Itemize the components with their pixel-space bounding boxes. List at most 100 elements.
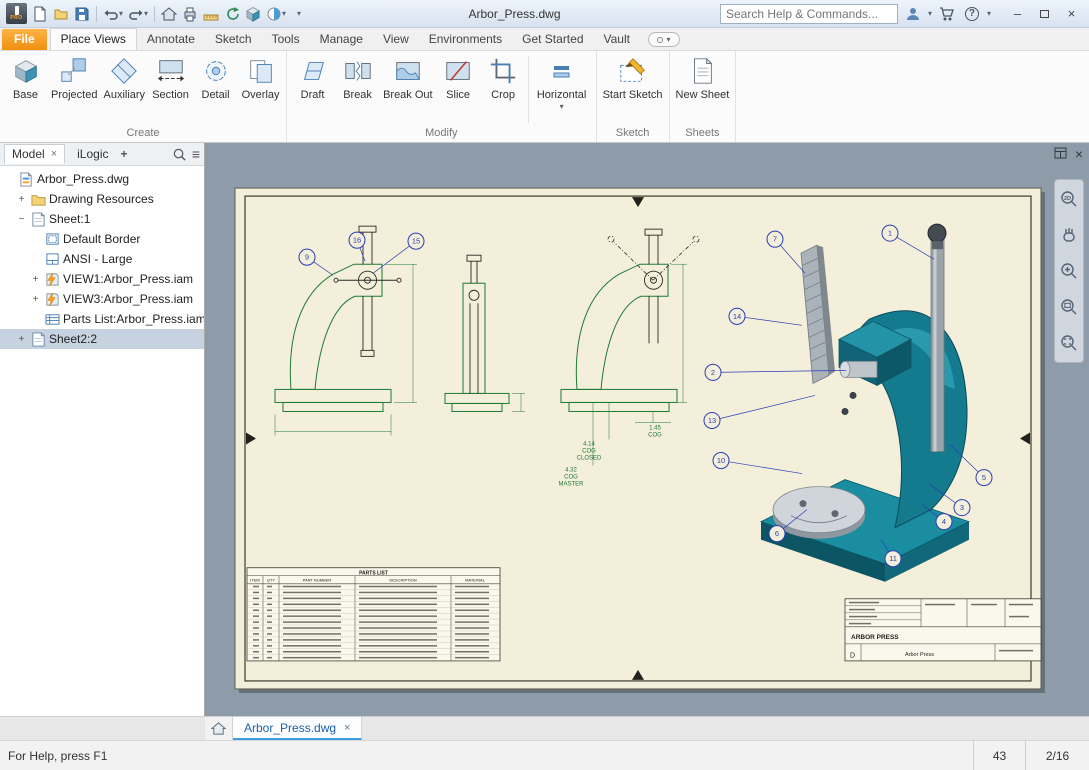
zoom-2d-icon[interactable]: 2D [1058, 188, 1080, 210]
break-out-button[interactable]: Break Out [380, 53, 436, 126]
tree-item-view3[interactable]: + VIEW3:Arbor_Press.iam [0, 289, 204, 309]
help-icon[interactable]: ? [962, 3, 982, 25]
horizontal-dropdown[interactable]: ▾ [560, 103, 564, 111]
app-store-cart-icon[interactable] [937, 3, 957, 25]
search-input[interactable] [725, 6, 892, 21]
inventor-logo[interactable]: PRO [4, 3, 29, 25]
close-tab-icon[interactable]: × [344, 722, 350, 734]
search-box[interactable] [719, 3, 898, 24]
maximize-button[interactable] [1031, 3, 1058, 25]
document-tab-arbor-press[interactable]: Arbor_Press.dwg × [233, 717, 363, 740]
tree-item-root[interactable]: Arbor_Press.dwg [0, 169, 204, 189]
browser-tab-model[interactable]: Model × [4, 144, 66, 164]
tab-manage[interactable]: Manage [310, 29, 373, 50]
slice-button[interactable]: Slice [436, 53, 481, 126]
browser-search-icon[interactable] [172, 147, 187, 162]
collapse-icon[interactable]: − [16, 214, 27, 225]
material-icon[interactable] [243, 3, 263, 25]
expand-icon[interactable]: + [30, 294, 41, 305]
zoom-selected-icon[interactable] [1058, 332, 1080, 354]
zoom-icon[interactable] [1058, 260, 1080, 282]
minimize-button[interactable]: – [1004, 3, 1031, 25]
tab-environments[interactable]: Environments [419, 29, 512, 50]
appearance-icon[interactable]: ▾ [264, 3, 288, 25]
expand-icon[interactable]: + [30, 274, 41, 285]
tab-sketch[interactable]: Sketch [205, 29, 262, 50]
base-button[interactable]: Base [3, 53, 48, 126]
print-icon[interactable] [180, 3, 200, 25]
home-icon[interactable] [159, 3, 179, 25]
redo-icon[interactable]: ▾ [126, 3, 150, 25]
save-icon[interactable] [72, 3, 92, 25]
titlebar-right: ▾ ? ▾ – × [719, 3, 1085, 25]
view-lightning-icon [44, 271, 60, 287]
tree-item-drawing-resources[interactable]: + Drawing Resources [0, 189, 204, 209]
help-dropdown[interactable]: ▾ [987, 9, 991, 18]
add-browser-tab-button[interactable]: + [120, 147, 127, 161]
zoom-window-icon[interactable] [1058, 296, 1080, 318]
break-out-icon [393, 55, 423, 87]
undo-icon[interactable]: ▾ [101, 3, 125, 25]
close-document-icon[interactable]: × [1075, 146, 1083, 162]
sign-in-icon[interactable] [903, 3, 923, 25]
tree-item-sheet1[interactable]: − Sheet:1 [0, 209, 204, 229]
tab-tools[interactable]: Tools [262, 29, 310, 50]
tab-file[interactable]: File [2, 29, 47, 50]
browser-menu-icon[interactable]: ≡ [192, 146, 200, 162]
svg-text:1: 1 [888, 229, 892, 238]
draft-icon [298, 55, 328, 87]
new-sheet-button[interactable]: New Sheet [673, 53, 733, 126]
new-file-icon[interactable] [30, 3, 50, 25]
expand-icon[interactable]: + [16, 334, 27, 345]
projected-button[interactable]: Projected [48, 53, 100, 126]
panel-label-sheets[interactable]: Sheets [670, 126, 736, 142]
overlay-button[interactable]: Overlay [238, 53, 283, 126]
panel-sheets: New Sheet Sheets [670, 51, 737, 142]
close-button[interactable]: × [1058, 3, 1085, 25]
crop-button[interactable]: Crop [481, 53, 526, 126]
panel-label-modify[interactable]: Modify [287, 126, 596, 142]
sign-in-dropdown[interactable]: ▾ [928, 9, 932, 18]
qat-customize-icon[interactable]: ▾ [289, 3, 309, 25]
draft-button[interactable]: Draft [290, 53, 335, 126]
tree-item-view1[interactable]: + VIEW1:Arbor_Press.iam [0, 269, 204, 289]
svg-text:16: 16 [353, 236, 361, 245]
ribbon-display-toggle[interactable]: ▾ [647, 32, 680, 47]
expand-icon[interactable]: + [16, 194, 27, 205]
section-button[interactable]: Section [148, 53, 193, 126]
dwg-file-icon [18, 171, 34, 187]
panel-label-sketch[interactable]: Sketch [597, 126, 669, 142]
tab-place-views[interactable]: Place Views [49, 28, 137, 50]
title-block[interactable]: ARBOR PRESS D Arbor Press [844, 598, 1042, 662]
horizontal-button[interactable]: Horizontal ▾ [531, 53, 593, 126]
undo-dropdown[interactable]: ▾ [119, 9, 123, 18]
redo-dropdown[interactable]: ▾ [144, 9, 148, 18]
measure-icon[interactable] [201, 3, 221, 25]
browser-tab-ilogic[interactable]: iLogic [70, 145, 115, 163]
parts-list-table[interactable]: PARTS LIST ITEM QTY PART NUMBER DESCRIPT… [246, 567, 501, 662]
tree-item-default-border[interactable]: Default Border [0, 229, 204, 249]
open-icon[interactable] [51, 3, 71, 25]
svg-text:11: 11 [889, 554, 897, 563]
close-browser-icon[interactable]: × [51, 148, 57, 160]
drawing-canvas[interactable]: 4.14 COG CLOSED 4.32 COG MASTER 1.45 COG [205, 143, 1089, 716]
appearance-dropdown[interactable]: ▾ [282, 9, 286, 18]
home-tab-button[interactable] [205, 717, 233, 740]
break-button[interactable]: Break [335, 53, 380, 126]
drawing-sheet[interactable]: 4.14 COG CLOSED 4.32 COG MASTER 1.45 COG [205, 143, 1089, 716]
tree-item-ansi-large[interactable]: ANSI - Large [0, 249, 204, 269]
pan-hand-icon[interactable] [1058, 224, 1080, 246]
update-icon[interactable] [222, 3, 242, 25]
tab-annotate[interactable]: Annotate [137, 29, 205, 50]
tree-item-sheet2[interactable]: + Sheet2:2 [0, 329, 204, 349]
auxiliary-button[interactable]: Auxiliary [100, 53, 148, 126]
tab-vault[interactable]: Vault [594, 29, 640, 50]
tab-get-started[interactable]: Get Started [512, 29, 593, 50]
detail-button[interactable]: Detail [193, 53, 238, 126]
projected-icon [59, 55, 89, 87]
start-sketch-button[interactable]: Start Sketch [600, 53, 666, 126]
tab-view[interactable]: View [373, 29, 419, 50]
restore-document-icon[interactable] [1054, 147, 1067, 162]
panel-label-create[interactable]: Create [0, 126, 286, 142]
tree-item-parts-list[interactable]: Parts List:Arbor_Press.iam [0, 309, 204, 329]
